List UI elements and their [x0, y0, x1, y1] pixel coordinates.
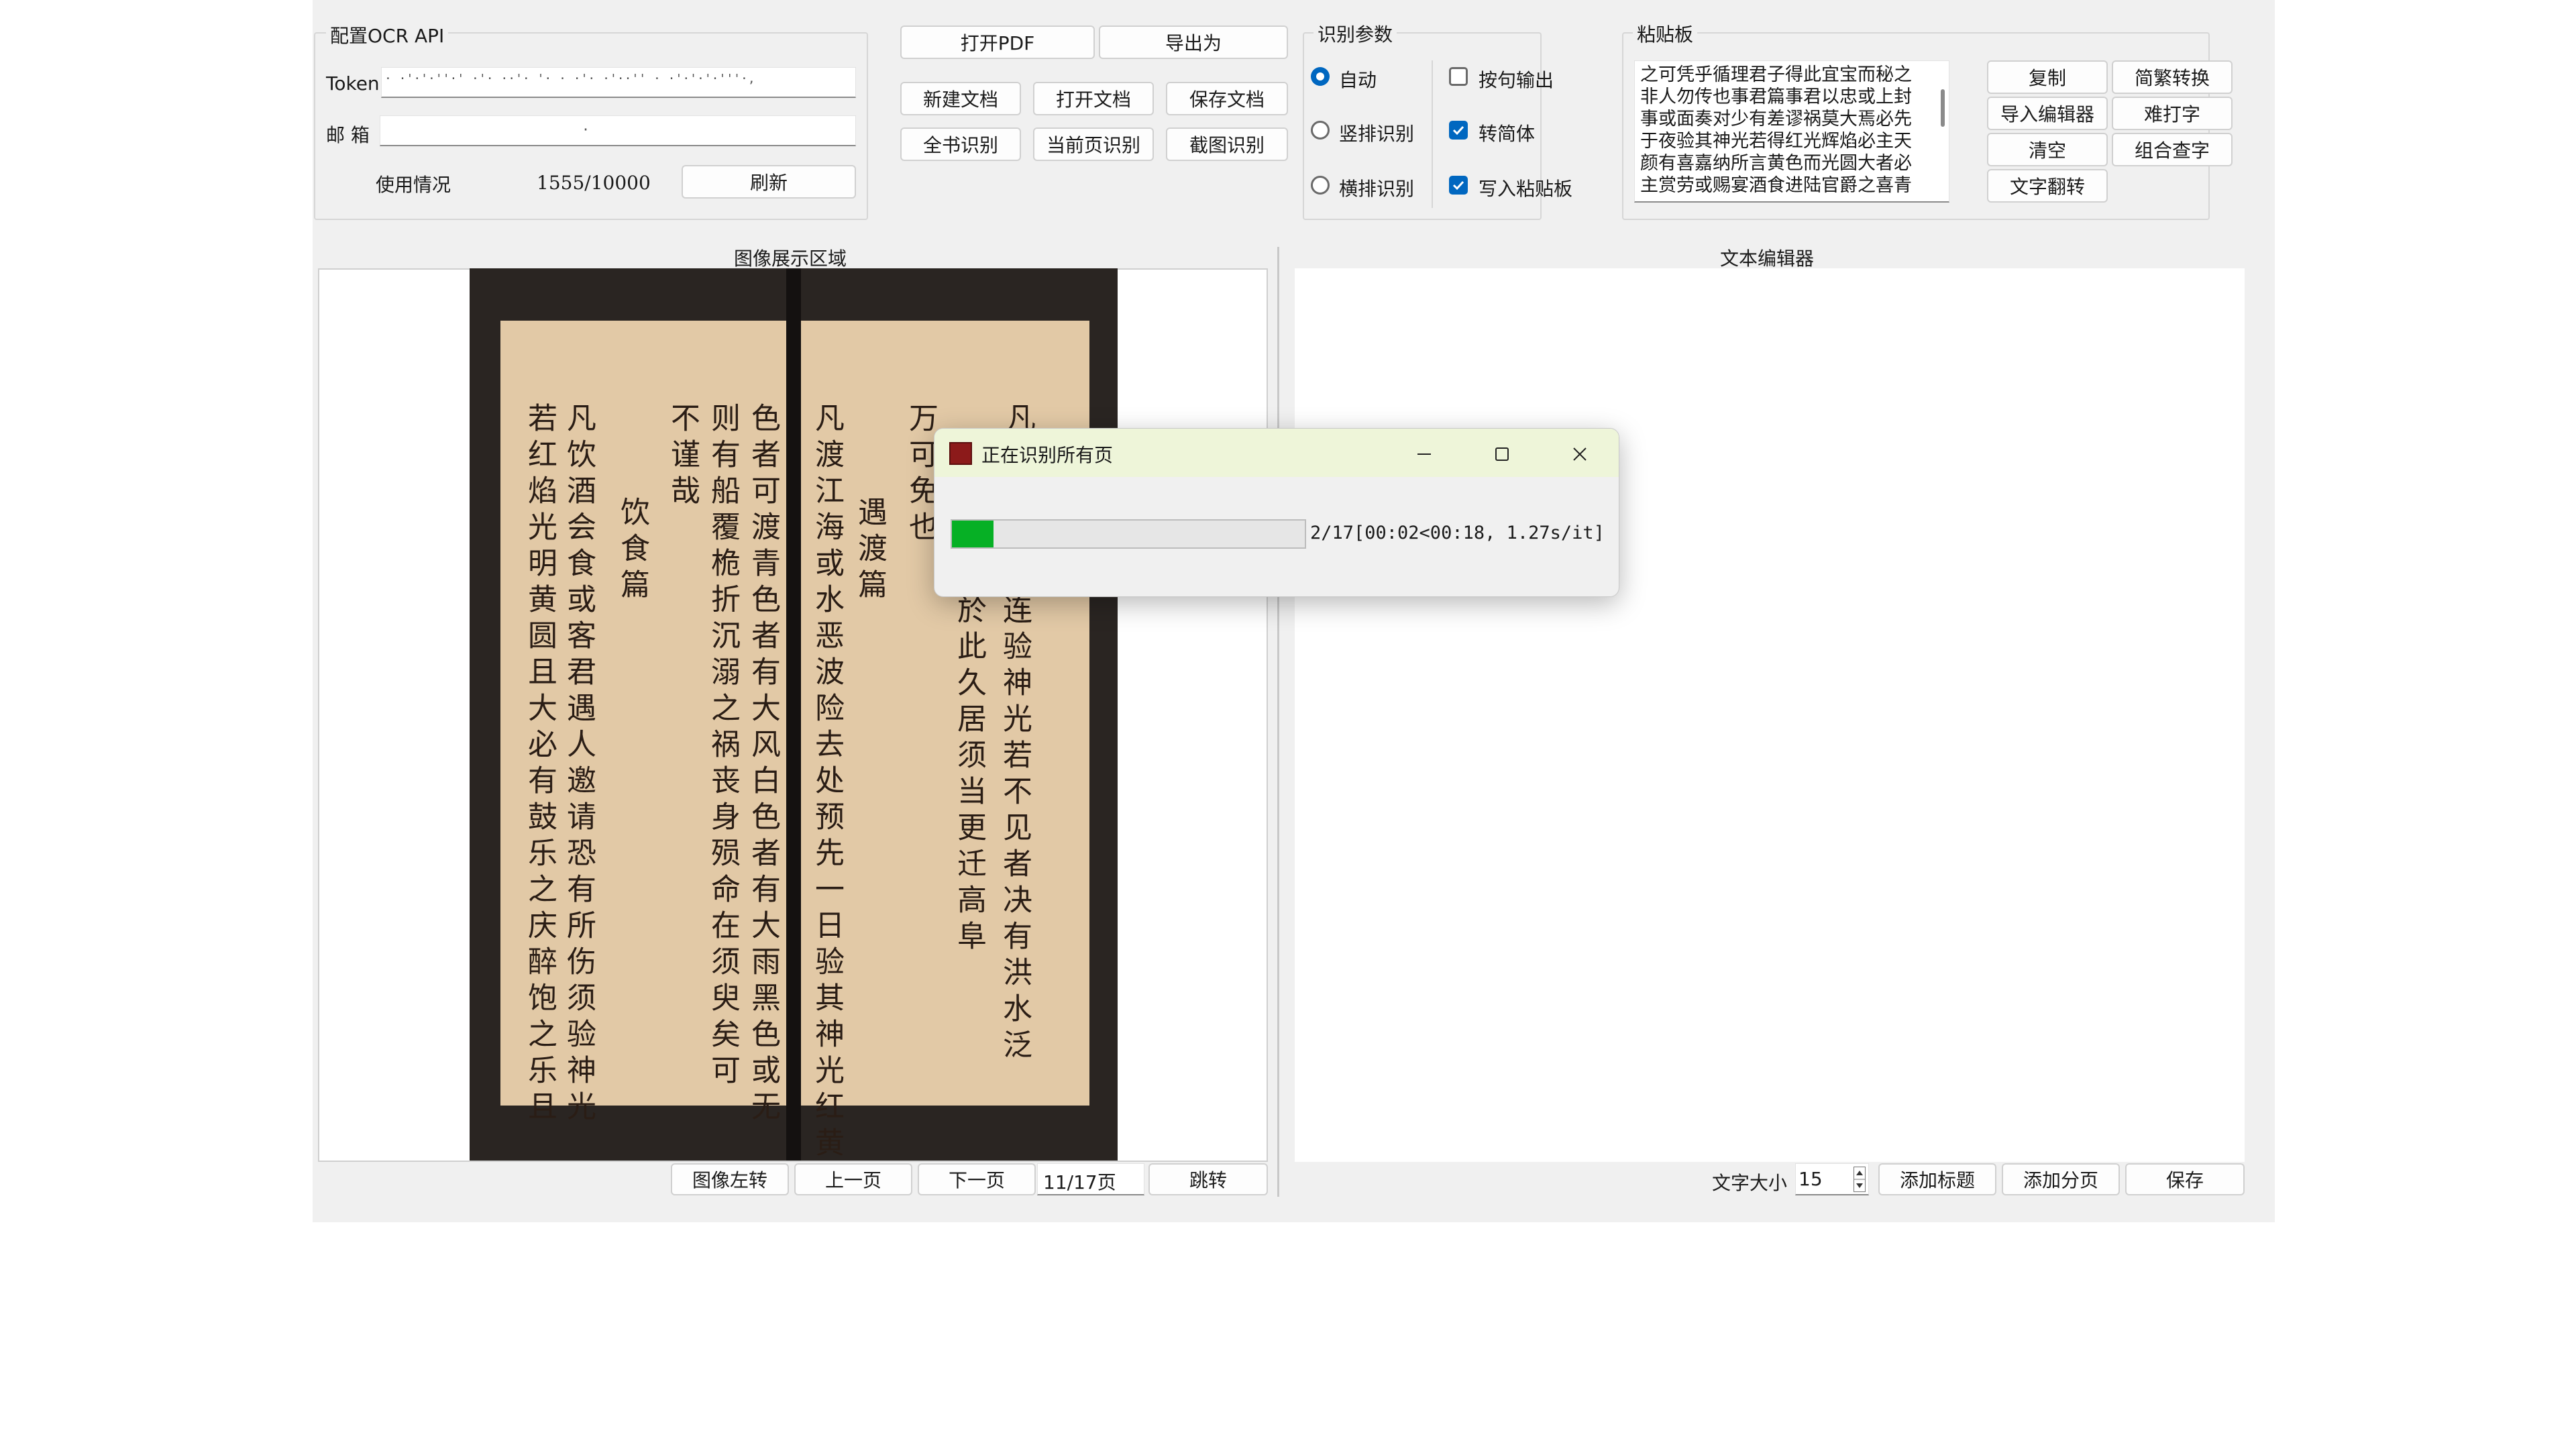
rotate-left-button[interactable]: 图像左转: [671, 1163, 789, 1195]
clipboard-line-2: 非人勿传也事君篇事君以忠或上封: [1640, 87, 1912, 107]
trad-simp-button[interactable]: 简繁转换: [2112, 60, 2233, 94]
save-doc-button[interactable]: 保存文档: [1166, 82, 1288, 115]
book-text-left-2: 若红焰光明黄圆且大必有鼓乐之庆醉饱之乐且: [523, 402, 557, 1127]
progress-text: 2/17[00:02<00:18, 1.27s/it]: [1310, 523, 1605, 543]
usage-label: 使用情况: [376, 174, 451, 196]
book-page-image: 凡饮酒会食或客君遇人邀请恐有所伤须验神光 饮食篇 若红焰光明黄圆且大必有鼓乐之庆…: [470, 268, 1118, 1161]
full-ocr-button[interactable]: 全书识别: [900, 127, 1021, 161]
text-editor[interactable]: [1295, 268, 2245, 1162]
close-icon[interactable]: [1570, 445, 1589, 464]
book-spine: [786, 268, 801, 1161]
editor-title: 文本编辑器: [1720, 248, 1815, 270]
token-field[interactable]: · ·'·'·''·' ·'· ··'· '· · ·'· ·'··'' · ·…: [381, 67, 856, 98]
ocr-params-title: 识别参数: [1313, 20, 1397, 47]
image-area-title: 图像展示区域: [734, 248, 847, 270]
refresh-button[interactable]: 刷新: [682, 165, 856, 199]
book-text-right-3: 色者可渡青色者有大风白色者有大雨黑色或无: [746, 402, 780, 1127]
hard-char-button[interactable]: 难打字: [2112, 97, 2233, 130]
progress-fill: [952, 521, 994, 547]
auto-label: 自动: [1339, 69, 1377, 91]
params-divider: [1432, 60, 1433, 208]
clipboard-scrollbar-thumb[interactable]: [1941, 89, 1945, 127]
new-doc-button[interactable]: 新建文档: [900, 82, 1021, 115]
horizontal-label: 横排识别: [1339, 178, 1415, 200]
clipboard-line-4: 于夜验其神光若得红光辉焰必主天: [1640, 131, 1912, 152]
usage-value: 1555/10000: [537, 172, 651, 194]
horizontal-radio[interactable]: [1311, 176, 1330, 195]
import-editor-button[interactable]: 导入编辑器: [1987, 97, 2108, 130]
clipboard-line-1: 之可凭乎循理君子得此宜宝而秘之: [1640, 64, 1912, 85]
app-icon: [949, 442, 972, 465]
progress-bar: [951, 519, 1306, 549]
auto-radio[interactable]: [1311, 67, 1330, 86]
spin-arrows-icon[interactable]: [1854, 1167, 1866, 1192]
book-text-right-5: 不谨哉: [665, 402, 700, 511]
to-simplified-label: 转简体: [1479, 123, 1536, 145]
prev-page-button[interactable]: 上一页: [794, 1163, 912, 1195]
token-value: · ·'·'·''·' ·'· ··'· '· · ·'· ·'··'' · ·…: [384, 72, 755, 86]
email-field[interactable]: ·: [380, 115, 856, 146]
clipboard-line-3: 事或面奏对少有差谬祸莫大焉必先: [1640, 109, 1912, 129]
translate-button[interactable]: 文字翻转: [1987, 169, 2108, 203]
maximize-icon[interactable]: [1493, 445, 1511, 464]
ocr-api-title: 配置OCR API: [326, 21, 449, 48]
page-indicator: 11/17页: [1043, 1171, 1116, 1193]
dialog-title: 正在识别所有页: [981, 444, 1114, 466]
book-text-right-1: 遇渡篇: [853, 496, 887, 605]
save-button[interactable]: 保存: [2125, 1163, 2245, 1195]
page-indicator-field[interactable]: 11/17页: [1037, 1163, 1144, 1195]
book-text-right-4: 则有船覆桅折沉溺之祸丧身殒命在须臾矣可: [706, 402, 740, 1091]
email-label: 邮 箱: [326, 124, 370, 146]
font-size-label: 文字大小: [1712, 1172, 1788, 1194]
check-icon: [1452, 180, 1464, 191]
to-clipboard-label: 写入粘贴板: [1479, 178, 1573, 200]
sentence-output-checkbox[interactable]: [1449, 67, 1468, 86]
book-text-left-0: 饮食篇: [615, 496, 649, 605]
progress-dialog: 正在识别所有页 2/17[00:02<00:18, 1.27s/it]: [934, 428, 1619, 597]
add-page-button[interactable]: 添加分页: [2002, 1163, 2120, 1195]
clipboard-title: 粘贴板: [1633, 20, 1698, 47]
panel-splitter[interactable]: [1277, 247, 1279, 1197]
vertical-radio[interactable]: [1311, 121, 1330, 140]
open-pdf-button[interactable]: 打开PDF: [900, 25, 1095, 59]
copy-button[interactable]: 复制: [1987, 60, 2108, 94]
to-simplified-checkbox[interactable]: [1449, 121, 1468, 140]
clipboard-line-5: 颜有喜嘉纳所言黄色而光圆大者必: [1640, 153, 1912, 174]
open-doc-button[interactable]: 打开文档: [1033, 82, 1154, 115]
screenshot-ocr-button[interactable]: 截图识别: [1166, 127, 1288, 161]
add-title-button[interactable]: 添加标题: [1878, 1163, 1996, 1195]
font-size-spinbox[interactable]: 15: [1795, 1163, 1869, 1195]
page-ocr-button[interactable]: 当前页识别: [1033, 127, 1154, 161]
vertical-label: 竖排识别: [1339, 123, 1415, 145]
to-clipboard-checkbox[interactable]: [1449, 176, 1468, 195]
clipboard-line-6: 主赏劳或赐宴酒食进陆官爵之喜青: [1640, 175, 1912, 196]
token-label: Token: [326, 72, 380, 95]
sentence-output-label: 按句输出: [1479, 69, 1554, 91]
font-size-value: 15: [1799, 1168, 1823, 1190]
email-value: ·: [582, 121, 590, 138]
export-as-button[interactable]: 导出为: [1099, 25, 1288, 59]
next-page-button[interactable]: 下一页: [918, 1163, 1036, 1195]
book-text-left-1: 凡饮酒会食或客君遇人邀请恐有所伤须验神光: [561, 402, 596, 1127]
clipboard-textbox[interactable]: 之可凭乎循理君子得此宜宝而秘之 非人勿传也事君篇事君以忠或上封 事或面奏对少有差…: [1634, 60, 1949, 203]
check-icon: [1452, 125, 1464, 136]
clear-button[interactable]: 清空: [1987, 133, 2108, 166]
book-text-right-2: 凡渡江海或水恶波险去处预先一日验其神光红黄: [810, 402, 844, 1161]
dialog-titlebar[interactable]: 正在识别所有页: [934, 429, 1619, 477]
jump-button[interactable]: 跳转: [1148, 1163, 1268, 1195]
minimize-icon[interactable]: [1415, 445, 1434, 464]
combine-char-button[interactable]: 组合查字: [2112, 133, 2233, 166]
